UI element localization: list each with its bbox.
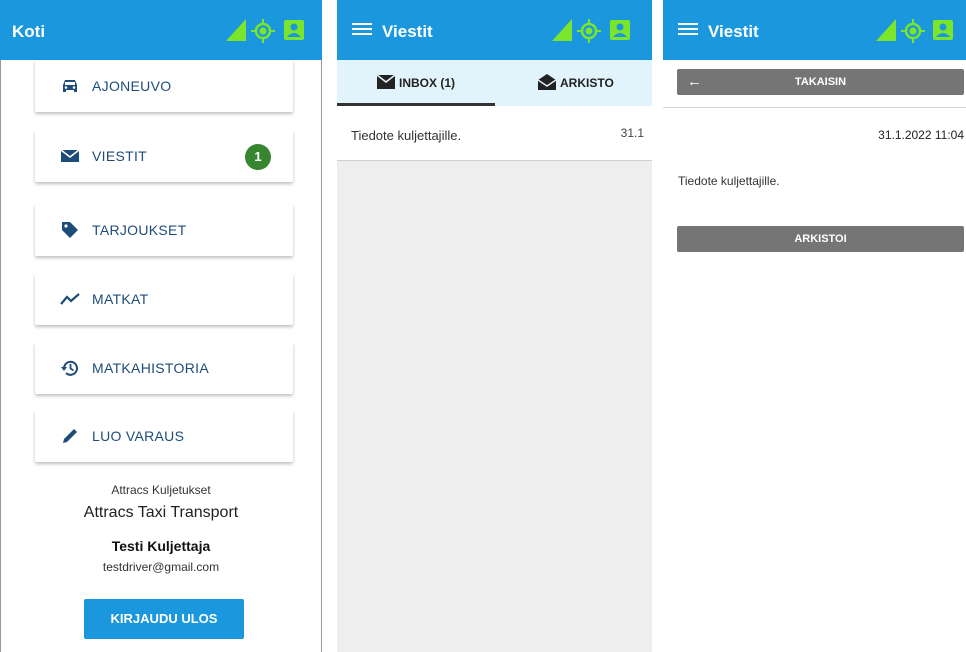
menu-card-label: VIESTIT [92,148,147,164]
menu-card-matkat[interactable]: MATKAT [35,273,293,325]
message-tabs: INBOX (1) ARKISTO [337,60,652,106]
signal-icon [552,19,572,41]
status-icons [226,19,306,43]
signal-icon [876,19,896,41]
divider [663,107,966,108]
account-icon[interactable] [284,19,304,41]
history-icon [61,360,78,376]
detail-topbar: Viestit [663,0,966,60]
message-list-item[interactable]: Tiedote kuljettajille. 31.1 [337,106,652,161]
message-detail-screen: Viestit ← TAKAISIN 31.1.2022 11:04 Tiedo… [663,0,966,652]
signal-icon [226,19,246,41]
frame-right [313,60,322,652]
tab-inbox[interactable]: INBOX (1) [337,60,495,106]
menu-icon[interactable] [678,20,698,40]
menu-card-tarjoukset[interactable]: TARJOUKSET [35,204,293,256]
menu-card-ajoneuvo[interactable]: AJONEUVO [35,60,293,112]
menu-icon[interactable] [352,20,372,40]
menu-card-label: MATKAHISTORIA [92,360,209,376]
status-icons [552,19,642,43]
trending-icon [60,293,80,305]
unread-badge: 1 [245,144,271,170]
menu-card-matkahistoria[interactable]: MATKAHISTORIA [35,342,293,394]
frame-left [0,60,6,652]
inbox-topbar: Viestit [337,0,652,60]
drafts-icon [538,74,556,90]
home-screen: Koti AJONEUVO VIESTIT 1 TARJOUKSET MATKA… [0,0,322,652]
panel-separator [652,0,663,652]
menu-card-label: AJONEUVO [92,78,172,94]
menu-card-luo-varaus[interactable]: LUO VARAUS [35,410,293,462]
account-icon[interactable] [610,19,630,41]
archive-button[interactable]: ARKISTOI [677,226,964,252]
gps-icon[interactable] [901,19,925,43]
menu-card-viestit[interactable]: VIESTIT 1 [35,130,293,182]
user-email: testdriver@gmail.com [102,560,220,574]
company-name-small: Attracs Kuljetukset [111,483,211,497]
page-title: Viestit [708,22,759,41]
account-icon[interactable] [933,19,953,41]
mail-icon [377,75,395,89]
message-date: 31.1 [620,126,644,140]
panel-separator [322,0,337,652]
back-button[interactable]: ← TAKAISIN [677,69,964,95]
back-button-label: TAKAISIN [794,76,847,88]
logout-button[interactable]: KIRJAUDU ULOS [84,599,244,639]
gps-icon[interactable] [577,19,601,43]
mail-icon [60,149,80,162]
home-topbar: Koti [0,0,322,60]
company-name: Attracs Taxi Transport [83,504,239,521]
menu-card-label: TARJOUKSET [92,222,187,238]
inbox-screen: Viestit INBOX (1) ARKISTO Tiedote kuljet… [337,0,652,652]
message-datetime: 31.1.2022 11:04 [878,128,964,142]
user-name: Testi Kuljettaja [111,538,211,554]
car-icon [63,80,77,92]
menu-card-label: LUO VARAUS [92,428,185,444]
tab-label: ARKISTO [560,76,614,90]
status-icons [876,19,966,43]
message-body: Tiedote kuljettajille. [678,174,780,188]
message-subject: Tiedote kuljettajille. [351,128,462,143]
menu-card-label: MATKAT [92,291,149,307]
pencil-icon [63,429,77,443]
page-title: Koti [12,22,46,41]
tab-archive[interactable]: ARKISTO [495,60,652,106]
tab-label: INBOX (1) [399,76,456,90]
gps-icon[interactable] [251,19,275,43]
page-title: Viestit [382,22,433,41]
tag-icon [62,222,78,238]
